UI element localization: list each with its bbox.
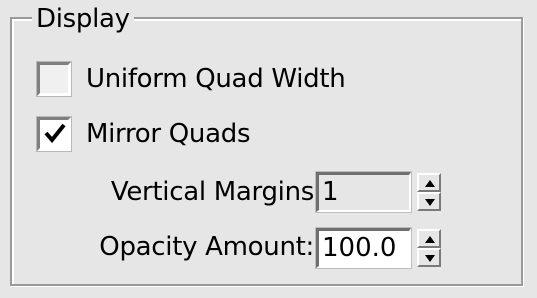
- display-rollout-panel: Display Uniform Quad Width Mirror Quads …: [0, 0, 537, 298]
- opacity-amount-field[interactable]: 100.0: [315, 227, 412, 269]
- display-group-title: Display: [32, 2, 134, 36]
- spinner-down-arrow-icon: [425, 255, 435, 262]
- opacity-amount-down-button[interactable]: [417, 248, 441, 267]
- spinner-up-arrow-icon: [425, 180, 435, 187]
- mirror-quads-label[interactable]: Mirror Quads: [86, 117, 251, 151]
- vertical-margins-field[interactable]: 1: [315, 171, 412, 213]
- opacity-amount-label: Opacity Amount:: [99, 232, 314, 262]
- spinner-up-arrow-icon: [425, 236, 435, 243]
- uniform-quad-width-checkbox[interactable]: [36, 61, 72, 97]
- checkmark-icon: [44, 123, 66, 144]
- vertical-margins-down-button[interactable]: [417, 192, 441, 211]
- opacity-amount-spinner[interactable]: [417, 229, 441, 267]
- opacity-amount-up-button[interactable]: [417, 229, 441, 248]
- vertical-margins-up-button[interactable]: [417, 173, 441, 192]
- mirror-quads-checkbox[interactable]: [36, 116, 72, 152]
- spinner-down-arrow-icon: [425, 199, 435, 206]
- vertical-margins-label: Vertical Margins: [110, 177, 314, 207]
- vertical-margins-spinner[interactable]: [417, 173, 441, 211]
- uniform-quad-width-label[interactable]: Uniform Quad Width: [86, 62, 346, 96]
